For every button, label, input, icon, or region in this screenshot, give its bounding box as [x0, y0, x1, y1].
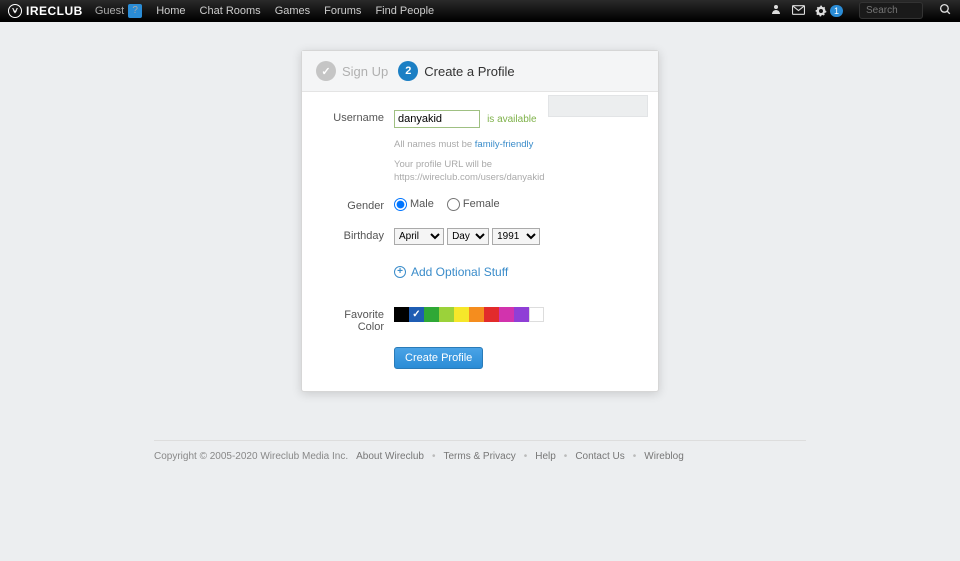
copyright-text: Copyright © 2005-2020 Wireclub Media Inc… — [154, 451, 348, 462]
create-profile-button[interactable]: Create Profile — [394, 347, 483, 369]
check-icon: ✓ — [316, 61, 336, 81]
username-label: Username — [318, 110, 394, 124]
help-icon[interactable]: ? — [128, 4, 142, 18]
step-signup: ✓ Sign Up — [316, 61, 388, 81]
step-signup-label: Sign Up — [342, 64, 388, 79]
username-available-text: is available — [487, 114, 536, 125]
card-header: ✓ Sign Up 2 Create a Profile — [302, 51, 658, 92]
nav-forums[interactable]: Forums — [324, 5, 361, 17]
color-swatch[interactable] — [469, 307, 484, 322]
user-icon[interactable] — [770, 3, 782, 18]
gender-label: Gender — [318, 198, 394, 212]
logo-icon — [8, 4, 22, 18]
footer-contact-link[interactable]: Contact Us — [575, 451, 624, 462]
logo-text: IRECLUB — [26, 4, 83, 18]
footer-blog-link[interactable]: Wireblog — [644, 451, 683, 462]
nav-games[interactable]: Games — [275, 5, 310, 17]
family-friendly-link[interactable]: family-friendly — [475, 139, 534, 150]
birthday-month-select[interactable]: April — [394, 228, 444, 245]
username-hint: All names must be family-friendly — [394, 138, 642, 151]
primary-nav: Home Chat Rooms Games Forums Find People — [156, 5, 434, 17]
color-swatch[interactable] — [529, 307, 544, 322]
footer-help-link[interactable]: Help — [535, 451, 556, 462]
color-swatch[interactable] — [514, 307, 529, 322]
logo[interactable]: IRECLUB — [8, 4, 83, 18]
color-swatch-row — [394, 307, 642, 322]
gear-icon[interactable]: 1 — [815, 5, 843, 17]
search-box[interactable] — [859, 2, 923, 19]
search-input[interactable] — [866, 5, 916, 16]
plus-icon: + — [394, 266, 406, 278]
guest-menu[interactable]: Guest ? — [95, 4, 146, 18]
top-nav-bar: IRECLUB Guest ? Home Chat Rooms Games Fo… — [0, 0, 960, 22]
birthday-label: Birthday — [318, 228, 394, 242]
nav-home[interactable]: Home — [156, 5, 185, 17]
footer: Copyright © 2005-2020 Wireclub Media Inc… — [154, 440, 806, 472]
color-swatch[interactable] — [409, 307, 424, 322]
step-profile-label: Create a Profile — [424, 64, 514, 79]
profile-card: ✓ Sign Up 2 Create a Profile Username is… — [301, 50, 659, 392]
gender-male-radio[interactable] — [394, 198, 407, 211]
search-icon[interactable] — [939, 3, 952, 19]
avatar-placeholder — [548, 95, 648, 117]
guest-label: Guest — [95, 5, 124, 17]
right-icon-group: 1 — [770, 2, 952, 19]
birthday-year-select[interactable]: 1991 — [492, 228, 540, 245]
nav-find-people[interactable]: Find People — [375, 5, 434, 17]
color-swatch[interactable] — [484, 307, 499, 322]
gender-female-option[interactable]: Female — [447, 198, 500, 211]
gender-male-option[interactable]: Male — [394, 198, 434, 211]
username-input[interactable] — [394, 110, 480, 128]
color-swatch[interactable] — [499, 307, 514, 322]
step-number-icon: 2 — [398, 61, 418, 81]
gender-female-radio[interactable] — [447, 198, 460, 211]
color-swatch[interactable] — [394, 307, 409, 322]
add-optional-toggle[interactable]: + Add Optional Stuff — [394, 265, 642, 279]
footer-about-link[interactable]: About Wireclub — [356, 451, 424, 462]
profile-url-hint: Your profile URL will be https://wireclu… — [394, 159, 642, 184]
color-swatch[interactable] — [439, 307, 454, 322]
color-swatch[interactable] — [424, 307, 439, 322]
notif-badge: 1 — [830, 5, 843, 17]
step-create-profile: 2 Create a Profile — [398, 61, 514, 81]
birthday-day-select[interactable]: Day — [447, 228, 489, 245]
color-swatch[interactable] — [454, 307, 469, 322]
mail-icon[interactable] — [792, 4, 805, 18]
nav-chat-rooms[interactable]: Chat Rooms — [200, 5, 261, 17]
footer-terms-link[interactable]: Terms & Privacy — [443, 451, 515, 462]
favorite-color-label: Favorite Color — [318, 307, 394, 333]
